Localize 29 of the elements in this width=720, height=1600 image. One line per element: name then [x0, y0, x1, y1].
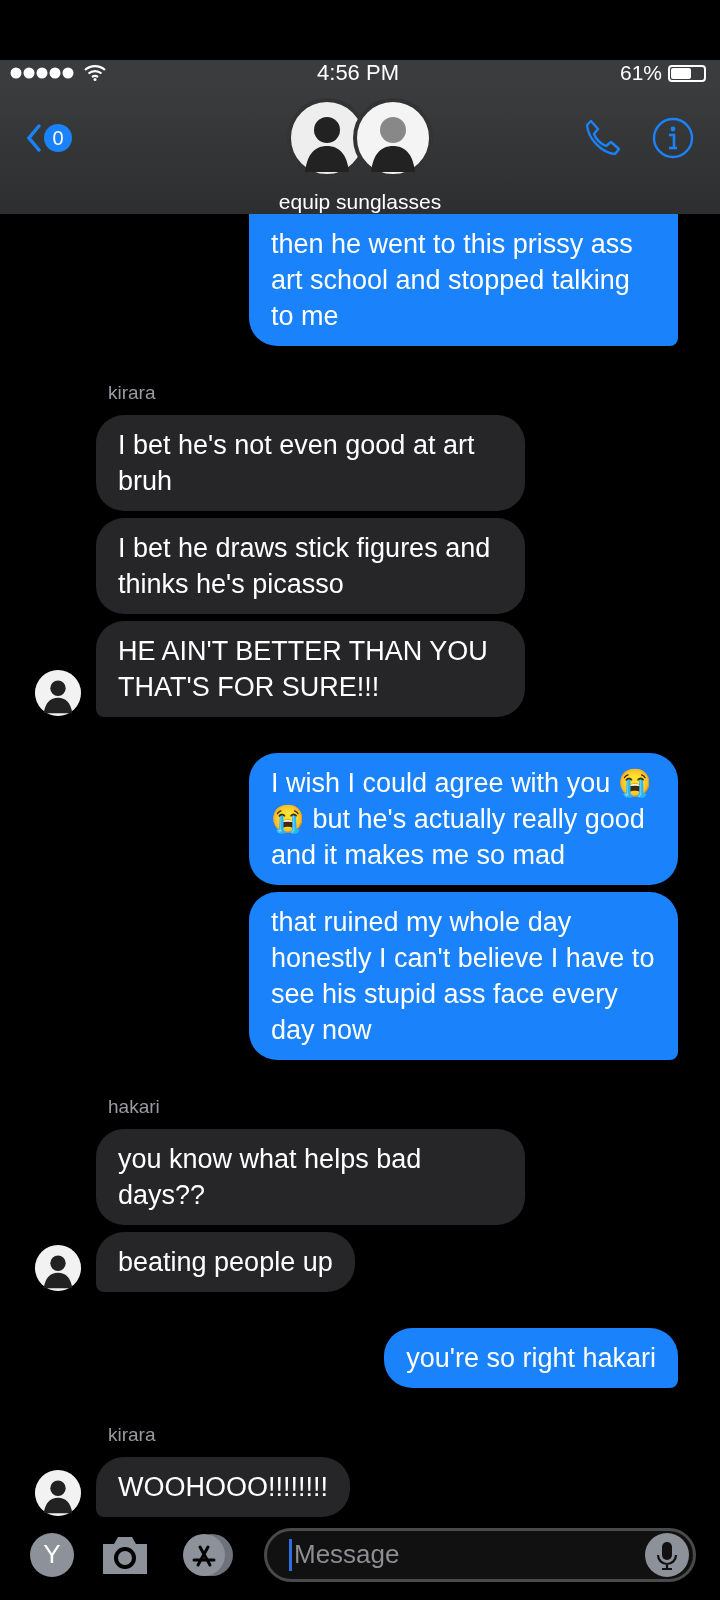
message-bubble: beating people up — [96, 1232, 355, 1293]
message-bubble: that ruined my whole day honestly I can't believe I have to see his stupid ass face every day now — [249, 892, 678, 1061]
info-icon[interactable] — [652, 117, 694, 160]
avatar — [34, 669, 82, 718]
signal-icon — [10, 67, 76, 80]
avatar — [34, 1244, 82, 1293]
message-input[interactable]: Message — [292, 1539, 645, 1571]
microphone-icon[interactable] — [645, 1532, 689, 1577]
sender-name: kirara — [108, 1424, 156, 1447]
back-button[interactable]: 0 — [26, 124, 166, 153]
conversation-title: equip sunglasses — [278, 190, 442, 215]
message-bubble: then he went to this prissy ass art school and stopped talking to me — [249, 214, 678, 347]
sender-name: hakari — [108, 1096, 160, 1119]
battery-percent: 61% — [619, 61, 662, 86]
message-bubble: I bet he draws stick figures and thinks he's picasso — [96, 518, 525, 615]
chevron-icon[interactable] — [26, 124, 42, 153]
message-bubble: you're so right hakari — [384, 1328, 678, 1389]
message-bubble: HE AIN'T BETTER THAN YOU THAT'S FOR SURE!!! — [96, 621, 525, 718]
profile-button[interactable]: Y — [30, 1532, 74, 1577]
battery-icon — [668, 64, 706, 82]
wifi-icon — [84, 65, 106, 82]
message-field[interactable]: Message — [264, 1527, 696, 1582]
message-bubble: you know what helps bad days?? — [96, 1129, 525, 1226]
avatar — [34, 1469, 82, 1518]
message-bubble: I wish I could agree with you 😭😭 but he's actually really good and it makes me so mad — [249, 753, 678, 886]
message-bubble: WOOHOOO!!!!!!!! — [96, 1457, 350, 1518]
status-time: 4:56 PM — [317, 60, 399, 87]
message-bubble: I bet he's not even good at art bruh — [96, 415, 525, 512]
sender-name: kirara — [108, 382, 156, 405]
